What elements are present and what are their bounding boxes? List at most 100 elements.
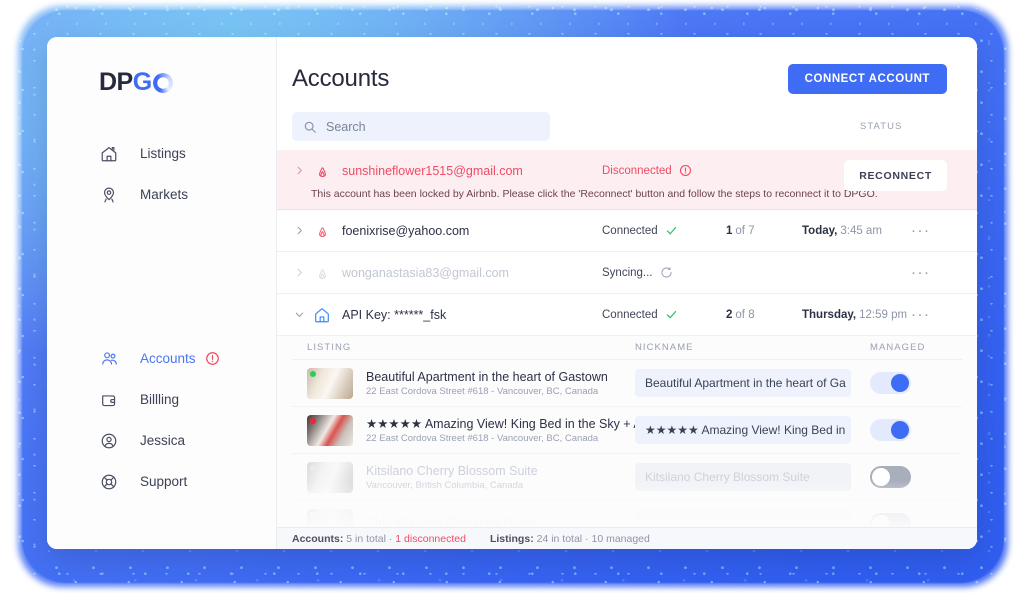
listing-text: Beautiful Apartment in the heart of Gast… bbox=[366, 370, 608, 397]
listing-thumbnail bbox=[307, 461, 353, 493]
main-content: Accounts CONNECT ACCOUNT Search STATUS L… bbox=[277, 37, 977, 549]
table-row[interactable]: wonganastasia83@gmail.com Syncing... ··· bbox=[277, 252, 977, 294]
airbnb-icon bbox=[312, 162, 332, 179]
account-listings-count: 2 of 8 bbox=[726, 309, 755, 321]
page-title: Accounts bbox=[292, 65, 390, 92]
list-item[interactable]: Kitsilano Cherry Blossom Suite Vancouver… bbox=[292, 454, 962, 501]
managed-toggle[interactable] bbox=[870, 466, 911, 488]
connect-account-button[interactable]: CONNECT ACCOUNT bbox=[787, 64, 947, 94]
sidebar-item-support[interactable]: Support bbox=[47, 461, 276, 502]
toggle-knob bbox=[872, 468, 890, 486]
chevron-right-icon[interactable] bbox=[292, 165, 306, 176]
listing-title: ★★★★★ Amazing View! King Bed in the Sky … bbox=[366, 417, 651, 431]
logo-ring-o-icon bbox=[152, 73, 173, 93]
listing-address: 22 East Cordova Street #618 - Vancouver,… bbox=[366, 385, 599, 397]
managed-toggle[interactable] bbox=[870, 372, 911, 394]
listings-column-header-nickname: NICKNAME bbox=[635, 342, 694, 353]
account-listings-count: 1 of 7 bbox=[726, 225, 755, 237]
app-logo[interactable]: DPG bbox=[99, 68, 276, 96]
account-status: Connected bbox=[602, 308, 678, 321]
nickname-input[interactable]: Beautiful Apartment in the heart of Ga bbox=[635, 369, 851, 397]
sidebar-item-markets[interactable]: Markets bbox=[47, 174, 276, 215]
chevron-right-icon[interactable] bbox=[292, 225, 306, 236]
listing-address: 22 East Cordova Street #618 - Vancouver,… bbox=[366, 433, 599, 444]
account-status-label: Connected bbox=[602, 224, 658, 237]
account-last-sync: Today, 3:45 am bbox=[802, 225, 882, 237]
account-last-sync-time: 12:59 pm bbox=[859, 308, 908, 321]
account-status: Connected bbox=[602, 224, 678, 237]
listings-column-header-managed: MANAGED bbox=[870, 342, 926, 353]
sidebar-nav-bottom: Accounts Billling Jessica Support bbox=[47, 338, 276, 502]
list-item[interactable]: ★★★★★ Amazing View! King Bed in the Sky … bbox=[292, 407, 962, 454]
reconnect-button[interactable]: RECONNECT bbox=[844, 160, 947, 191]
account-status: Syncing... bbox=[602, 266, 673, 279]
footer-listings-label: Listings: bbox=[489, 532, 534, 545]
user-circle-icon bbox=[99, 431, 119, 451]
account-last-sync-day: Thursday, bbox=[802, 308, 857, 321]
airbnb-icon bbox=[312, 222, 332, 239]
footer-accounts-label: Accounts: bbox=[292, 532, 344, 545]
sidebar-item-accounts-label: Accounts bbox=[140, 351, 196, 366]
list-item[interactable]: Beautiful Apartment in the heart of Gast… bbox=[292, 360, 962, 407]
listings-column-header-listing: LISTING bbox=[307, 342, 352, 353]
account-last-sync-day: Today, bbox=[802, 224, 838, 237]
sidebar-item-billing[interactable]: Billling bbox=[47, 379, 276, 420]
chevron-right-icon[interactable] bbox=[292, 267, 306, 278]
column-headers: STATUS LISTINGS LAST SYNC MORE bbox=[550, 112, 962, 141]
account-email: API Key: ******_fsk bbox=[342, 307, 447, 322]
page-header: Accounts CONNECT ACCOUNT bbox=[277, 37, 977, 94]
logo-text-dp: DP bbox=[99, 67, 133, 96]
sidebar-item-markets-label: Markets bbox=[140, 187, 189, 202]
table-row[interactable]: foenixrise@yahoo.com Connected 1 of 7 Tod… bbox=[277, 210, 977, 252]
sidebar-item-billing-label: Billling bbox=[140, 392, 180, 407]
listing-title: Kitsilano Cherry Blossom Suite bbox=[366, 463, 538, 478]
managed-toggle[interactable] bbox=[870, 419, 911, 441]
app-window: DPG Listings Markets Accounts Billling J… bbox=[47, 37, 977, 549]
sidebar-item-listings-label: Listings bbox=[140, 146, 186, 161]
sidebar-item-jessica[interactable]: Jessica bbox=[47, 420, 276, 461]
sidebar-item-listings[interactable]: Listings bbox=[47, 133, 276, 174]
account-status-label: Connected bbox=[602, 308, 658, 321]
toolbar: Search STATUS LISTINGS LAST SYNC MORE bbox=[277, 112, 977, 141]
listing-thumbnail bbox=[307, 367, 353, 399]
table-row[interactable]: sunshineflower1515@gmail.com Disconnecte… bbox=[277, 150, 977, 210]
sidebar-item-accounts[interactable]: Accounts bbox=[47, 338, 276, 379]
nickname-input[interactable]: Kitsilano Cherry Blossom Suite bbox=[635, 463, 851, 491]
listing-text: Kitsilano Cherry Blossom Suite Vancouver… bbox=[366, 464, 538, 491]
row-more-menu-icon[interactable]: ··· bbox=[911, 306, 931, 323]
chevron-down-icon[interactable] bbox=[292, 309, 306, 320]
toggle-knob bbox=[891, 374, 909, 392]
account-email: foenixrise@yahoo.com bbox=[342, 223, 470, 238]
check-icon bbox=[665, 308, 678, 321]
footer-listings-summary: Listings: 24 in total · 10 managed bbox=[490, 533, 650, 545]
search-icon bbox=[303, 120, 317, 134]
check-icon bbox=[665, 224, 678, 237]
table-row[interactable]: API Key: ******_fsk Connected 2 of 8 Thur… bbox=[277, 294, 977, 336]
column-header-status: STATUS bbox=[860, 121, 903, 132]
status-bar: Accounts: 5 in total · 1 disconnected Li… bbox=[277, 527, 977, 549]
wallet-icon bbox=[99, 390, 119, 410]
account-listings-managed: 1 bbox=[726, 224, 733, 237]
listing-address: Vancouver, British Columbia, Canada bbox=[366, 479, 524, 491]
alert-circle-icon bbox=[679, 164, 692, 177]
map-pin-icon bbox=[99, 185, 119, 205]
footer-accounts-summary: Accounts: 5 in total · 1 disconnected bbox=[292, 533, 466, 545]
nickname-input[interactable]: ★★★★★ Amazing View! King Bed in bbox=[635, 416, 851, 444]
listing-status-dot bbox=[310, 370, 316, 377]
listings-panel: LISTING NICKNAME MANAGED Beautiful Apart… bbox=[277, 336, 977, 548]
row-more-menu-icon[interactable]: ··· bbox=[911, 222, 931, 239]
accounts-alert-icon bbox=[205, 351, 220, 366]
sidebar-item-jessica-label: Jessica bbox=[140, 433, 186, 448]
sidebar-nav-top: Listings Markets bbox=[47, 133, 276, 215]
home-icon bbox=[99, 144, 119, 164]
account-listings-total: of 8 bbox=[735, 308, 755, 321]
row-more-menu-icon[interactable]: ··· bbox=[911, 264, 931, 281]
account-status-label: Disconnected bbox=[602, 164, 672, 177]
account-last-sync: Thursday, 12:59 pm bbox=[802, 309, 907, 321]
search-input[interactable]: Search bbox=[292, 112, 550, 141]
account-last-sync-time: 3:45 am bbox=[840, 224, 882, 237]
listing-title: Beautiful Apartment in the heart of Gast… bbox=[366, 369, 608, 384]
listings-column-headers: LISTING NICKNAME MANAGED bbox=[292, 336, 962, 360]
footer-listings-total: 24 in total · 10 managed bbox=[536, 532, 650, 545]
users-icon bbox=[99, 349, 119, 369]
